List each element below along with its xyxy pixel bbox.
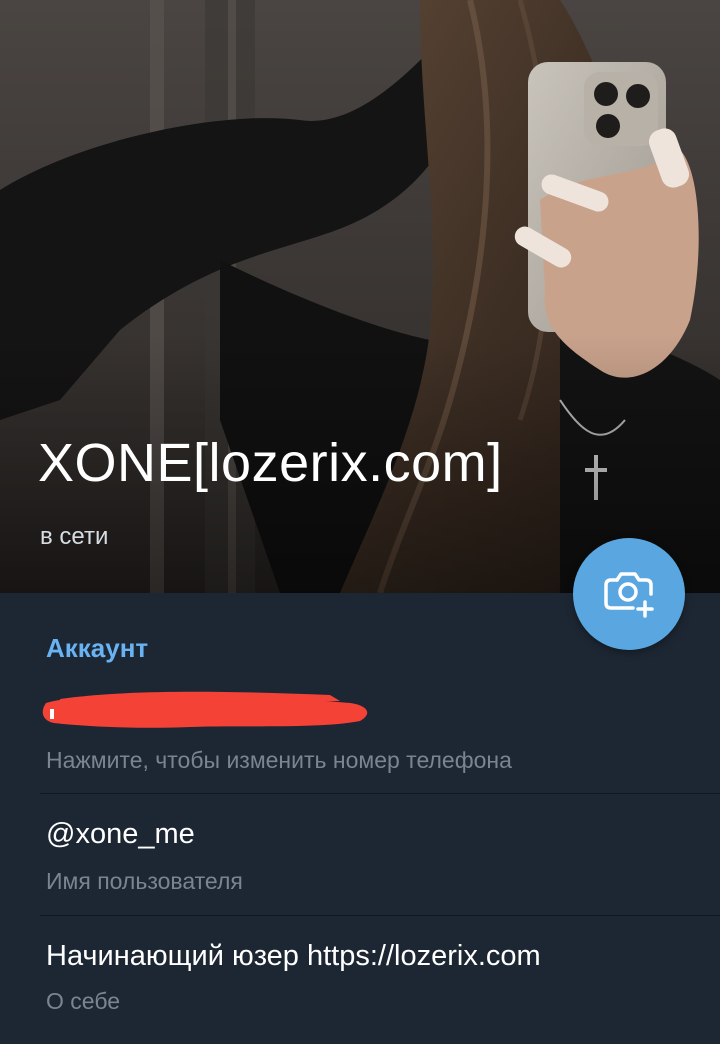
username-row[interactable]: @xone_me Имя пользователя [0, 794, 720, 915]
phone-caption: Нажмите, чтобы изменить номер телефона [46, 747, 512, 773]
bio-value: Начинающий юзер https://lozerix.com [46, 940, 541, 972]
bio-row[interactable]: Начинающий юзер https://lozerix.com О се… [0, 916, 720, 1044]
online-status: в сети [40, 523, 109, 550]
section-title-account: Аккаунт [46, 633, 149, 663]
bio-caption: О себе [46, 988, 121, 1014]
set-photo-button[interactable] [573, 538, 685, 650]
profile-header: XONE[lozerix.com] в сети [0, 0, 720, 593]
account-section: Аккаунт Нажмите, чтобы изменить номер те… [0, 593, 720, 1044]
camera-add-icon [604, 572, 654, 618]
redacted-phone-number [42, 691, 368, 728]
username-caption: Имя пользователя [46, 868, 243, 894]
phone-row[interactable]: Нажмите, чтобы изменить номер телефона [0, 673, 720, 793]
username-value: @xone_me [46, 818, 195, 850]
profile-name: XONE[lozerix.com] [38, 433, 503, 493]
